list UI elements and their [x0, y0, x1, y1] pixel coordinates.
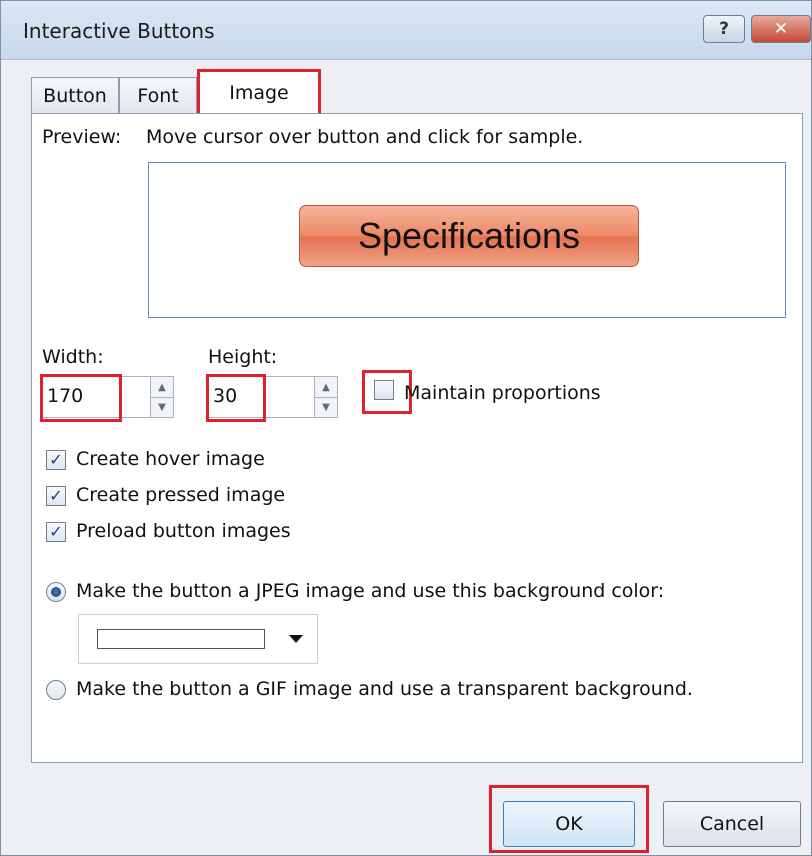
help-icon: ?: [719, 19, 729, 39]
interactive-buttons-dialog: Interactive Buttons ? ✕ Button Font Imag…: [0, 0, 812, 856]
spin-up-icon[interactable]: ▲: [315, 377, 337, 398]
height-label: Height:: [208, 346, 278, 368]
help-button[interactable]: ?: [703, 15, 745, 43]
spin-down-icon[interactable]: ▼: [151, 397, 173, 417]
hover-image-label: Create hover image: [76, 448, 265, 470]
hover-image-checkbox[interactable]: ✓: [46, 450, 66, 470]
tab-label: Font: [137, 84, 179, 107]
gif-option-label: Make the button a GIF image and use a tr…: [76, 678, 693, 700]
close-button[interactable]: ✕: [751, 15, 811, 43]
width-field[interactable]: 170: [42, 376, 154, 418]
width-label: Width:: [42, 346, 104, 368]
ok-button[interactable]: OK: [503, 801, 635, 847]
width-spinner[interactable]: ▲ ▼: [150, 376, 174, 418]
close-icon: ✕: [773, 19, 789, 39]
tab-label: Button: [43, 84, 107, 107]
jpeg-option-label: Make the button a JPEG image and use thi…: [76, 580, 665, 602]
image-tab-panel: Preview: Move cursor over button and cli…: [31, 113, 803, 763]
spin-down-icon[interactable]: ▼: [315, 397, 337, 417]
preload-images-checkbox[interactable]: ✓: [46, 522, 66, 542]
height-spinner[interactable]: ▲ ▼: [314, 376, 338, 418]
sample-button[interactable]: Specifications: [299, 205, 639, 267]
tab-button[interactable]: Button: [31, 77, 119, 113]
preload-images-label: Preload button images: [76, 520, 291, 542]
chevron-down-icon: [289, 635, 303, 643]
preview-label: Preview:: [42, 126, 122, 148]
gif-radio[interactable]: [46, 680, 66, 700]
tab-image[interactable]: Image: [197, 69, 321, 113]
pressed-image-label: Create pressed image: [76, 484, 286, 506]
tab-label: Image: [229, 81, 289, 104]
maintain-proportions-checkbox[interactable]: [374, 380, 394, 400]
tab-font[interactable]: Font: [119, 77, 197, 113]
spin-up-icon[interactable]: ▲: [151, 377, 173, 398]
window-title: Interactive Buttons: [23, 19, 215, 43]
jpeg-radio[interactable]: [46, 582, 66, 602]
radio-selected-dot: [51, 587, 61, 597]
preview-hint: Move cursor over button and click for sa…: [146, 126, 584, 148]
preview-area: Specifications: [148, 162, 786, 318]
color-swatch: [97, 629, 265, 649]
cancel-button[interactable]: Cancel: [663, 801, 801, 847]
title-bar: Interactive Buttons ? ✕: [1, 1, 811, 60]
background-color-dropdown[interactable]: [78, 614, 318, 664]
pressed-image-checkbox[interactable]: ✓: [46, 486, 66, 506]
maintain-proportions-label: Maintain proportions: [404, 382, 601, 404]
